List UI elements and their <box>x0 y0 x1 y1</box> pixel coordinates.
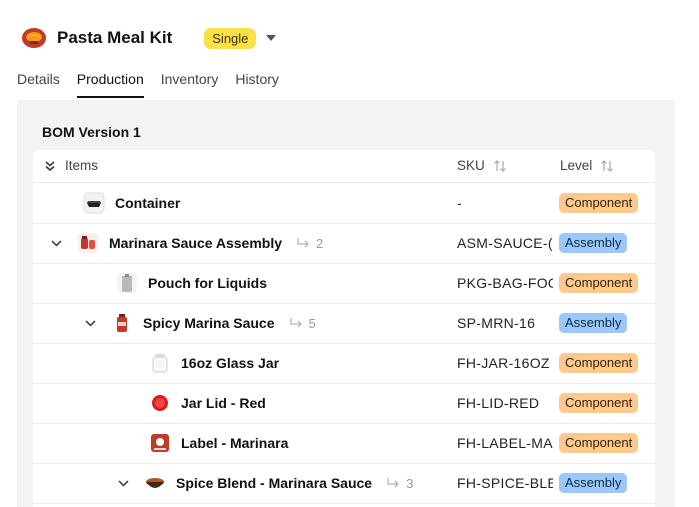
chevron-down-icon[interactable] <box>116 476 130 490</box>
chevron-down-icon[interactable] <box>49 236 63 250</box>
sub-items-count: 5 <box>308 315 316 331</box>
chevron-down-icon[interactable] <box>83 316 97 330</box>
tab-production[interactable]: Production <box>76 68 144 98</box>
items-column-label: Items <box>65 158 99 173</box>
sku-column-header[interactable]: SKU <box>457 158 507 173</box>
table-row[interactable]: Spice Blend - Marinara Sauce 3 FH-SPICE-… <box>33 463 655 504</box>
page-title: Pasta Meal Kit <box>57 28 173 47</box>
bom-version-title: BOM Version 1 <box>42 124 141 140</box>
sauce-assembly-icon <box>77 232 99 254</box>
level-badge: Component <box>559 353 639 373</box>
tab-history[interactable]: History <box>235 68 279 98</box>
table-header: Items SKU Level <box>33 150 655 183</box>
level-badge: Component <box>559 273 639 293</box>
sub-items-count: 3 <box>406 475 414 491</box>
level-badge: Assembly <box>559 473 628 493</box>
sub-items-arrow-icon <box>386 477 400 489</box>
level-badge: Component <box>559 193 639 213</box>
tab-inventory[interactable]: Inventory <box>161 68 219 98</box>
page-header: Pasta Meal Kit Single <box>20 24 278 52</box>
pouch-icon <box>116 272 138 294</box>
table-row[interactable]: Spicy Marina Sauce 5 SP-MRN-16 Assembly <box>33 303 655 344</box>
item-name: Marinara Sauce Assembly <box>109 235 283 251</box>
container-icon <box>83 192 105 214</box>
item-sku: FH-SPICE-BLE <box>457 475 553 491</box>
item-name: Jar Lid - Red <box>181 395 266 411</box>
item-sku: SP-MRN-16 <box>457 315 536 331</box>
spice-bowl-icon <box>144 472 166 494</box>
level-badge: Component <box>559 433 639 453</box>
item-name: Spicy Marina Sauce <box>143 315 275 331</box>
level-badge: Component <box>559 393 639 413</box>
tab-details[interactable]: Details <box>17 68 60 98</box>
sub-items-arrow-icon <box>289 317 303 329</box>
sauce-bottle-icon <box>111 312 133 334</box>
level-badge: Assembly <box>559 233 628 253</box>
label-icon <box>149 432 171 454</box>
item-sku: ASM-SAUCE-( <box>457 235 553 251</box>
item-sku: FH-LID-RED <box>457 395 540 411</box>
item-name: Spice Blend - Marinara Sauce <box>176 475 373 491</box>
item-name: Container <box>115 195 181 211</box>
item-name: Label - Marinara <box>181 435 289 451</box>
level-badge: Assembly <box>559 313 628 333</box>
item-sku: PKG-BAG-FOO <box>457 275 553 291</box>
item-name: 16oz Glass Jar <box>181 355 280 371</box>
sub-items-count: 2 <box>316 235 324 251</box>
type-badge[interactable]: Single <box>204 27 257 49</box>
red-lid-icon <box>149 392 171 414</box>
collapse-all-icon[interactable] <box>45 160 55 171</box>
table-row[interactable]: Container - Component <box>33 183 655 224</box>
item-sku: FH-JAR-16OZ <box>457 355 550 371</box>
items-column-header[interactable]: Items <box>45 158 98 173</box>
type-dropdown-caret-icon[interactable] <box>264 31 278 45</box>
pasta-kit-icon <box>20 24 48 52</box>
bom-table: Items SKU Level Container - Component Ma… <box>33 150 655 507</box>
level-column-header[interactable]: Level <box>560 158 614 173</box>
sort-icon[interactable] <box>600 159 614 172</box>
table-row[interactable]: Marinara Sauce Assembly 2 ASM-SAUCE-( As… <box>33 223 655 264</box>
item-sku: - <box>457 195 462 211</box>
level-column-label: Level <box>560 158 593 173</box>
table-row[interactable]: Pouch for Liquids PKG-BAG-FOO Component <box>33 263 655 304</box>
sort-icon[interactable] <box>493 159 507 172</box>
table-row[interactable]: Label - Marinara FH-LABEL-MA Component <box>33 423 655 464</box>
item-name: Pouch for Liquids <box>148 275 267 291</box>
sub-items-arrow-icon <box>296 237 310 249</box>
sku-column-label: SKU <box>457 158 485 173</box>
table-row[interactable]: 16oz Glass Jar FH-JAR-16OZ Component <box>33 343 655 384</box>
glass-jar-icon <box>149 352 171 374</box>
table-row[interactable]: Jar Lid - Red FH-LID-RED Component <box>33 383 655 424</box>
tab-bar: Details Production Inventory History <box>17 68 296 98</box>
item-sku: FH-LABEL-MA <box>457 435 553 451</box>
